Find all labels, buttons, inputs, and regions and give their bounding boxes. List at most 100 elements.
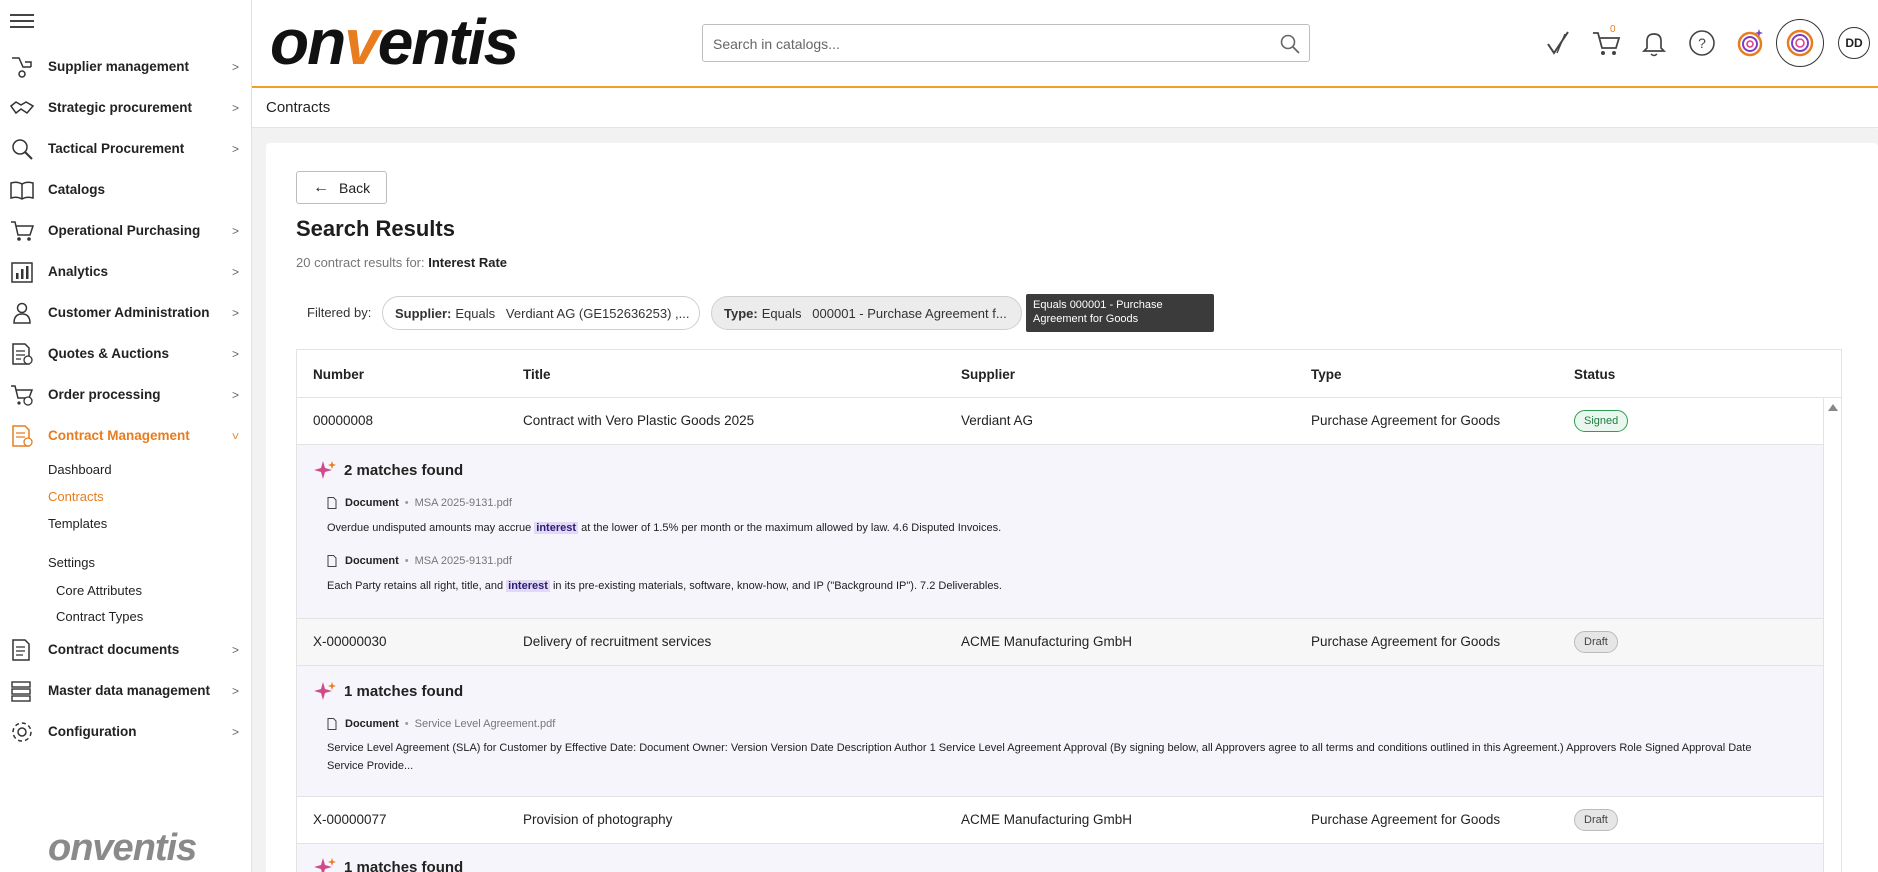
scroll-up-icon[interactable] — [1828, 404, 1838, 411]
sidebar-item-order-processing[interactable]: Order processing > — [0, 374, 252, 415]
sidebar-item-operational-purchasing[interactable]: Operational Purchasing > — [0, 210, 252, 251]
match-kind: Document — [345, 497, 399, 509]
matches-panel: 1 matches found — [297, 844, 1841, 872]
ai-assistant-icon[interactable] — [1730, 20, 1770, 66]
subnav-contract-types[interactable]: Contract Types — [48, 603, 252, 629]
person-icon — [13, 302, 31, 324]
chevron-right-icon: > — [231, 643, 239, 657]
subnav-contracts[interactable]: Contracts — [48, 483, 252, 510]
magnifier-icon — [12, 139, 33, 160]
filter-tooltip: Equals 000001 - Purchase Agreement for G… — [1026, 294, 1214, 332]
subnav-settings[interactable]: Settings — [48, 547, 252, 577]
filter-chip-type[interactable]: Type: Equals 000001 - Purchase Agreement… — [711, 296, 1022, 330]
user-menu[interactable]: DD — [1834, 20, 1874, 66]
header: onventis 0 ? DD — [252, 0, 1878, 88]
sparkle-icon — [314, 461, 336, 479]
sidebar-item-master-data-management[interactable]: Master data management > — [0, 670, 252, 711]
ai-chat-button[interactable] — [1774, 19, 1826, 67]
chip-key: Type: — [724, 305, 758, 321]
column-header-status[interactable]: Status — [1574, 367, 1615, 382]
sidebar-item-catalogs[interactable]: Catalogs — [0, 169, 252, 210]
column-header-supplier[interactable]: Supplier — [961, 367, 1015, 382]
match-file: MSA 2025-9131.pdf — [414, 497, 512, 509]
back-button[interactable]: ← Back — [296, 171, 387, 204]
approval-check-icon[interactable] — [1538, 20, 1578, 66]
sidebar-item-quotes-auctions[interactable]: Quotes & Auctions > — [0, 333, 252, 374]
table-scrollbar[interactable] — [1823, 398, 1841, 872]
matches-panel: 2 matches found Document • MSA 2025-9131… — [297, 445, 1841, 619]
sidebar-item-label: Analytics — [48, 264, 109, 279]
snippet-highlight: interest — [534, 522, 579, 534]
subnav-dashboard[interactable]: Dashboard — [48, 456, 252, 483]
svg-text:?: ? — [1698, 35, 1706, 51]
column-header-title[interactable]: Title — [523, 367, 551, 382]
bell-icon[interactable] — [1634, 20, 1674, 66]
match-file: MSA 2025-9131.pdf — [414, 555, 512, 567]
sidebar-item-label: Master data management — [48, 683, 211, 698]
matches-count: 1 matches found — [344, 858, 464, 872]
sidebar-item-strategic-procurement[interactable]: Strategic procurement > — [0, 87, 252, 128]
chip-value: Equals 000001 - Purchase Agreement f... — [761, 305, 1007, 321]
contract-icon — [12, 425, 33, 447]
matches-count: 2 matches found — [344, 461, 464, 479]
search-icon[interactable] — [1279, 33, 1301, 55]
cell-title: Delivery of recruitment services — [523, 634, 712, 649]
column-header-type[interactable]: Type — [1311, 367, 1342, 382]
match-kind: Document — [345, 555, 399, 567]
breadcrumb: Contracts — [252, 88, 1878, 128]
sidebar-item-label: Contract Management — [48, 428, 190, 443]
bar-chart-icon — [11, 262, 33, 283]
table-row[interactable]: 00000008 Contract with Vero Plastic Good… — [297, 398, 1841, 445]
page-title: Search Results — [296, 216, 455, 241]
sidebar-item-contract-management[interactable]: Contract Management > — [0, 415, 252, 456]
match-source[interactable]: Document • MSA 2025-9131.pdf — [327, 497, 512, 509]
subnav-core-attributes[interactable]: Core Attributes — [48, 577, 252, 603]
cart-icon — [11, 221, 35, 241]
sidebar-item-analytics[interactable]: Analytics > — [0, 251, 252, 292]
menu-icon[interactable] — [10, 11, 34, 31]
sidebar-item-tactical-procurement[interactable]: Tactical Procurement > — [0, 128, 252, 169]
search-input[interactable] — [713, 33, 1253, 55]
sidebar-item-supplier-management[interactable]: Supplier management > — [0, 46, 252, 87]
results-table: Number Title Supplier Type Status 000000… — [296, 349, 1842, 872]
snippet-highlight: interest — [506, 580, 550, 592]
subnav-templates[interactable]: Templates — [48, 510, 252, 537]
handshake-icon — [9, 101, 35, 115]
sidebar-item-customer-administration[interactable]: Customer Administration > — [0, 292, 252, 333]
database-icon — [11, 681, 31, 702]
help-icon[interactable]: ? — [1682, 20, 1722, 66]
brand-logo[interactable]: onventis — [270, 2, 519, 82]
column-header-number[interactable]: Number — [313, 367, 364, 382]
sidebar-item-label: Contract documents — [48, 642, 180, 657]
results-summary: 20 contract results for: Interest Rate — [296, 255, 507, 270]
sidebar-item-contract-documents[interactable]: Contract documents > — [0, 629, 252, 670]
match-source[interactable]: Document • MSA 2025-9131.pdf — [327, 555, 512, 567]
snippet-post: in its pre-existing materials, software,… — [549, 580, 1002, 592]
match-file: Service Level Agreement.pdf — [414, 718, 556, 730]
separator: • — [404, 555, 409, 567]
table-row[interactable]: X-00000077 Provision of photography ACME… — [297, 797, 1841, 844]
sidebar-item-label: Configuration — [48, 724, 137, 739]
quote-doc-icon — [12, 343, 33, 365]
header-icons: 0 ? DD — [1538, 19, 1878, 67]
chevron-right-icon: > — [231, 60, 239, 74]
snippet-pre: Each Party retains all right, title, and — [327, 580, 507, 592]
sidebar-item-label: Strategic procurement — [48, 100, 193, 115]
filter-label: Filtered by: — [307, 305, 372, 320]
cell-supplier: Verdiant AG — [961, 413, 1034, 428]
ai-orbit-icon — [1786, 29, 1814, 57]
cell-supplier: ACME Manufacturing GmbH — [961, 634, 1133, 649]
document-icon — [327, 555, 337, 567]
match-source[interactable]: Document • Service Level Agreement.pdf — [327, 718, 555, 730]
separator: • — [404, 497, 409, 509]
matches-panel: 1 matches found Document • Service Level… — [297, 666, 1841, 797]
filter-chip-supplier[interactable]: Supplier: Equals Verdiant AG (GE15263625… — [382, 296, 700, 330]
catalog-search — [702, 24, 1310, 62]
chevron-right-icon: > — [231, 101, 239, 115]
sidebar-item-configuration[interactable]: Configuration > — [0, 711, 252, 752]
cart-button[interactable]: 0 — [1586, 20, 1626, 66]
chevron-down-icon: > — [228, 432, 243, 440]
cart-count: 0 — [1610, 24, 1616, 35]
matches-count: 1 matches found — [344, 682, 464, 700]
table-row[interactable]: X-00000030 Delivery of recruitment servi… — [297, 619, 1841, 666]
